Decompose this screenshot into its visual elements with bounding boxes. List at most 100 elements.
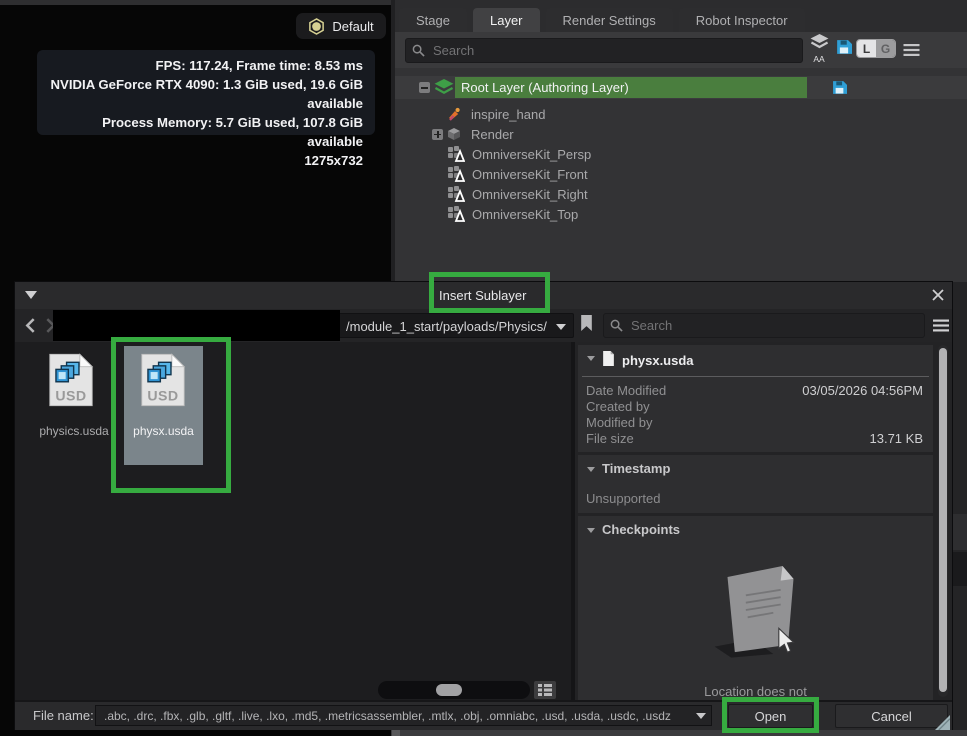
info-label: Date Modified (586, 383, 666, 398)
tree-row-front[interactable]: OmniverseKit_Front (395, 164, 967, 184)
section-collapse-icon[interactable] (587, 528, 595, 533)
tree-row-render[interactable]: Render (395, 124, 967, 144)
local-toggle[interactable]: L (857, 40, 876, 57)
dialog-search-input[interactable] (629, 317, 918, 334)
camera-icon (447, 166, 465, 182)
search-icon (610, 319, 623, 332)
layer-search-box[interactable] (405, 38, 803, 63)
viewport-top-strip (0, 0, 391, 5)
stats-resolution: 1275x732 (45, 151, 363, 170)
collapse-expander-icon[interactable] (419, 82, 430, 93)
grid-view-icon (538, 684, 552, 696)
details-pane: physx.usda Date Modified 03/05/2026 04:5… (575, 342, 952, 700)
dialog-collapse-icon[interactable] (25, 291, 37, 299)
hamburger-icon (903, 44, 920, 56)
tree-item-label: OmniverseKit_Right (472, 187, 588, 202)
dialog-search-box[interactable] (603, 313, 925, 338)
tab-robot-inspector[interactable]: Robot Inspector (679, 8, 805, 32)
cancel-button[interactable]: Cancel (835, 704, 948, 728)
dialog-title: Insert Sublayer (439, 282, 526, 309)
file-info-section: physx.usda Date Modified 03/05/2026 04:5… (578, 345, 933, 452)
tree-row-right[interactable]: OmniverseKit_Right (395, 184, 967, 204)
expand-expander-icon[interactable] (432, 129, 443, 140)
auto-authoring-toggle[interactable]: AA (806, 34, 832, 64)
bookmark-icon[interactable] (580, 315, 593, 332)
back-icon[interactable] (25, 317, 36, 334)
local-global-toggle[interactable]: L G (856, 39, 896, 58)
layers-icon (809, 34, 830, 51)
usd-file-icon (48, 352, 94, 408)
section-collapse-icon[interactable] (587, 467, 595, 472)
info-value: 13.71 KB (870, 431, 924, 446)
tree-item-label: inspire_hand (471, 107, 545, 122)
root-layer-label: Root Layer (Authoring Layer) (461, 80, 629, 95)
section-collapse-icon[interactable] (587, 356, 595, 361)
path-redaction (53, 310, 340, 341)
save-layer-icon[interactable] (832, 80, 847, 95)
render-mode-label: Default (332, 19, 373, 34)
open-button[interactable]: Open (728, 704, 813, 728)
file-grid: physics.usda physx.usda (15, 342, 571, 700)
panel-tab-bar: Stage Layer Render Settings Robot Inspec… (395, 0, 967, 32)
save-icon (836, 39, 852, 55)
timestamp-header: Timestamp (602, 461, 670, 476)
root-layer-icon (434, 79, 454, 97)
layer-search-input[interactable] (431, 42, 796, 59)
stats-gpu: NVIDIA GeForce RTX 4090: 1.3 GiB used, 1… (45, 75, 363, 113)
robot-icon (447, 107, 461, 121)
right-edge-block-dark (952, 552, 967, 586)
tree-row-top[interactable]: OmniverseKit_Top (395, 204, 967, 224)
tree-item-label: OmniverseKit_Front (472, 167, 588, 182)
bottom-strip-handle (392, 730, 400, 736)
dialog-path-bar: /module_1_start/payloads/Physics/ (15, 309, 952, 342)
auto-authoring-label: AA (806, 54, 832, 64)
section-divider (582, 376, 929, 377)
resize-grip-icon[interactable] (935, 715, 950, 730)
insert-sublayer-dialog: Insert Sublayer /module_1_start/payloads… (15, 282, 952, 730)
path-dropdown-icon[interactable] (556, 324, 566, 330)
usd-file-icon (140, 352, 186, 408)
checkpoints-header: Checkpoints (602, 522, 680, 537)
file-item-physics[interactable]: physics.usda (29, 348, 119, 468)
camera-icon (447, 206, 465, 222)
grid-view-button[interactable] (534, 681, 556, 699)
details-scrollbar[interactable] (938, 345, 948, 697)
file-label: physics.usda (29, 424, 119, 438)
dialog-title-bar[interactable]: Insert Sublayer (15, 282, 952, 309)
thumbnail-size-slider[interactable] (378, 681, 530, 699)
document-illustration (700, 558, 810, 662)
render-mode-button[interactable]: Default (296, 13, 386, 39)
save-all-button[interactable] (836, 39, 852, 60)
dialog-footer: File name: Open Cancel (15, 700, 952, 730)
checkpoints-message: Location does not (578, 684, 933, 699)
view-options-icon[interactable] (933, 319, 949, 332)
global-toggle[interactable]: G (876, 40, 895, 57)
right-edge-block (952, 514, 967, 550)
bottom-strip-left (0, 730, 391, 736)
tree-row-root[interactable]: Root Layer (Authoring Layer) (395, 76, 967, 99)
slider-handle[interactable] (436, 684, 462, 696)
tree-row-inspire-hand[interactable]: inspire_hand (395, 104, 967, 124)
info-value: 03/05/2026 04:56PM (802, 383, 923, 398)
stats-fps: FPS: 117.24, Frame time: 8.53 ms (45, 56, 363, 75)
bottom-strip-right (391, 730, 967, 736)
checkpoints-section: Checkpoints Location does not (578, 516, 933, 700)
filter-dropdown-icon[interactable] (696, 713, 706, 719)
scrollbar-thumb[interactable] (939, 348, 947, 692)
info-label: Created by (586, 399, 650, 414)
close-icon[interactable] (931, 288, 945, 302)
tree-row-persp[interactable]: OmniverseKit_Persp (395, 144, 967, 164)
file-item-physx[interactable]: physx.usda (124, 346, 203, 465)
file-name-input[interactable] (95, 705, 712, 726)
layer-options-menu[interactable] (903, 43, 920, 61)
tab-stage[interactable]: Stage (399, 8, 467, 32)
tree-item-label: OmniverseKit_Top (472, 207, 578, 222)
screen: Default FPS: 117.24, Frame time: 8.53 ms… (0, 0, 967, 736)
tab-render-settings[interactable]: Render Settings (546, 8, 673, 32)
file-label: physx.usda (124, 424, 203, 438)
root-layer-selection[interactable]: Root Layer (Authoring Layer) (455, 77, 807, 98)
details-file-name: physx.usda (622, 350, 694, 372)
file-name-label: File name: (33, 702, 94, 730)
viewport-stats-overlay: FPS: 117.24, Frame time: 8.53 ms NVIDIA … (37, 50, 375, 135)
tab-layer[interactable]: Layer (473, 8, 540, 32)
